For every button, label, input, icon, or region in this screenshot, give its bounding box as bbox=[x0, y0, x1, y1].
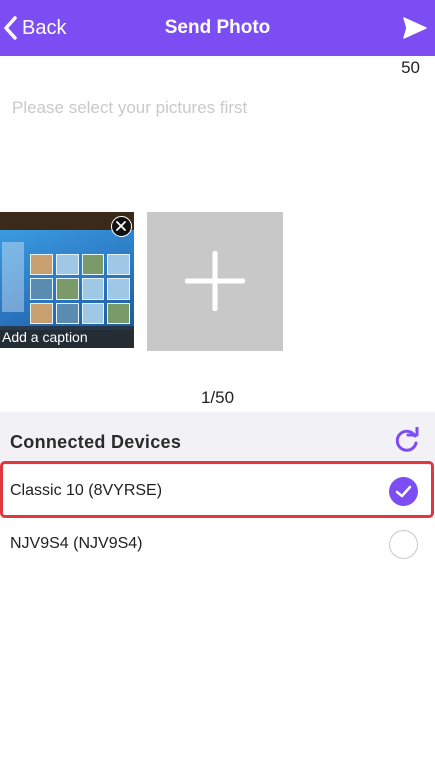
photo-caption-input[interactable]: Add a caption bbox=[0, 326, 134, 348]
photo-image-sidebar bbox=[2, 242, 24, 312]
back-button[interactable]: Back bbox=[0, 0, 90, 56]
refresh-button[interactable] bbox=[393, 425, 421, 455]
section-title: Connected Devices bbox=[10, 432, 182, 452]
device-label: NJV9S4 (NJV9S4) bbox=[10, 535, 143, 552]
add-photo-button[interactable] bbox=[147, 212, 283, 351]
paper-plane-icon bbox=[401, 17, 429, 46]
refresh-icon bbox=[393, 425, 421, 459]
character-count: 50 bbox=[401, 58, 420, 77]
device-item[interactable]: Classic 10 (8VYRSE) bbox=[0, 465, 435, 517]
photo-image-grid bbox=[30, 254, 130, 324]
back-label: Back bbox=[22, 16, 67, 39]
remove-photo-button[interactable] bbox=[111, 216, 132, 237]
photo-counter: 1/50 bbox=[200, 388, 235, 407]
device-selected-checkbox[interactable] bbox=[389, 477, 418, 506]
app-header: Back Send Photo bbox=[0, 0, 435, 56]
message-input[interactable] bbox=[0, 86, 435, 196]
device-item[interactable]: NJV9S4 (NJV9S4) bbox=[0, 518, 435, 570]
chevron-left-icon bbox=[2, 15, 18, 41]
device-unselected-checkbox[interactable] bbox=[389, 530, 418, 559]
device-label: Classic 10 (8VYRSE) bbox=[10, 482, 163, 499]
send-button[interactable] bbox=[401, 14, 429, 42]
